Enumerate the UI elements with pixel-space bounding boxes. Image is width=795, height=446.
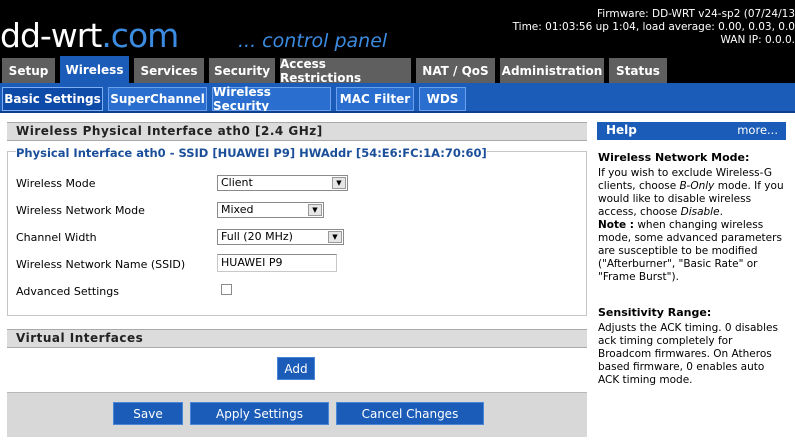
help-title: Help — [606, 123, 637, 137]
channel-width-label: Channel Width — [16, 231, 97, 244]
tab-wireless[interactable]: Wireless — [60, 56, 129, 83]
uptime-load: Time: 01:03:56 up 1:04, load average: 0.… — [512, 21, 795, 33]
advanced-settings-label: Advanced Settings — [16, 285, 119, 298]
help-header: Help more... — [597, 122, 786, 140]
dropdown-arrow-icon: ▼ — [308, 204, 322, 216]
help-text-disable: Disable — [680, 206, 720, 218]
cancel-changes-button[interactable]: Cancel Changes — [336, 402, 484, 425]
tab-setup[interactable]: Setup — [2, 58, 55, 83]
help-text-b-only: B-Only — [679, 180, 715, 192]
help-text-sensitivity: Adjusts the ACK timing. 0 disables ack t… — [598, 322, 778, 386]
ssid-label: Wireless Network Name (SSID) — [16, 258, 186, 271]
control-panel-tagline: ... control panel — [238, 30, 388, 52]
main-nav: Setup Wireless Services Security Access … — [0, 56, 795, 85]
add-interface-button[interactable]: Add — [277, 357, 315, 380]
logo-main: dd-wrt — [0, 16, 102, 55]
help-heading-network-mode: Wireless Network Mode: — [598, 151, 750, 164]
router-info: Firmware: DD-WRT v24-sp2 (07/24/13 Time:… — [513, 8, 795, 47]
wireless-mode-select[interactable]: Client ▼ — [217, 175, 348, 191]
tab-nat-qos[interactable]: NAT / QoS — [416, 58, 495, 83]
help-note-label: Note : — [598, 219, 634, 231]
wireless-mode-value: Client — [221, 176, 253, 189]
tab-services[interactable]: Services — [134, 58, 204, 83]
apply-settings-button[interactable]: Apply Settings — [190, 402, 329, 425]
help-heading-sensitivity: Sensitivity Range: — [598, 306, 712, 319]
dropdown-arrow-icon: ▼ — [328, 231, 342, 243]
subnav-divider — [0, 111, 795, 113]
firmware-version: Firmware: DD-WRT v24-sp2 (07/24/13 — [597, 8, 795, 20]
header-banner: dd-wrt.com ... control panel Firmware: D… — [0, 0, 795, 56]
section-title-virtual-interfaces: Virtual Interfaces — [7, 329, 587, 348]
sub-nav: Basic Settings SuperChannel Wireless Sec… — [0, 83, 795, 113]
help-text-network-mode: If you wish to exclude Wireless-G client… — [598, 167, 788, 284]
advanced-settings-checkbox[interactable] — [221, 284, 232, 295]
tab-administration[interactable]: Administration — [500, 58, 604, 83]
ddwrt-logo: dd-wrt.com — [0, 16, 179, 56]
subtab-mac-filter[interactable]: MAC Filter — [336, 87, 414, 111]
help-more-link[interactable]: more... — [737, 122, 778, 139]
logo-suffix: .com — [101, 16, 179, 55]
tab-security[interactable]: Security — [209, 58, 275, 83]
fieldset-legend: Physical Interface ath0 - SSID [HUAWEI P… — [16, 146, 487, 160]
network-mode-select[interactable]: Mixed ▼ — [217, 202, 324, 218]
network-mode-value: Mixed — [221, 203, 254, 216]
ssid-input[interactable]: HUAWEI P9 — [217, 254, 337, 272]
channel-width-value: Full (20 MHz) — [221, 230, 293, 243]
subtab-wds[interactable]: WDS — [419, 87, 466, 111]
section-title-physical-interface: Wireless Physical Interface ath0 [2.4 GH… — [7, 122, 587, 141]
tab-access-restrictions[interactable]: Access Restrictions — [280, 57, 411, 85]
dropdown-arrow-icon: ▼ — [332, 177, 346, 189]
subtab-basic-settings[interactable]: Basic Settings — [2, 87, 103, 111]
physical-interface-fieldset: Physical Interface ath0 - SSID [HUAWEI P… — [7, 146, 587, 316]
channel-width-select[interactable]: Full (20 MHz) ▼ — [217, 229, 344, 245]
subtab-superchannel[interactable]: SuperChannel — [108, 87, 207, 111]
save-button[interactable]: Save — [113, 402, 183, 425]
wan-ip: WAN IP: 0.0.0. — [720, 34, 795, 46]
help-text-part: . — [719, 206, 723, 218]
wireless-mode-label: Wireless Mode — [16, 177, 96, 190]
subtab-wireless-security[interactable]: Wireless Security — [212, 85, 331, 113]
tab-status[interactable]: Status — [609, 58, 667, 83]
network-mode-label: Wireless Network Mode — [16, 204, 145, 217]
